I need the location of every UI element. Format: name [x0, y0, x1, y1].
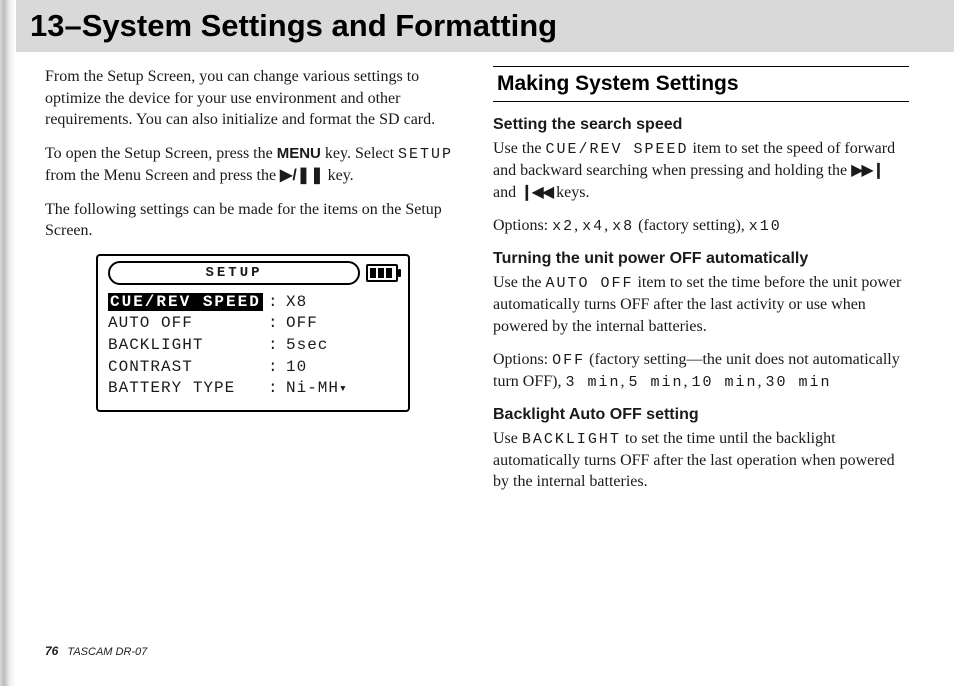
- subhead-backlight: Backlight Auto OFF setting: [493, 406, 909, 424]
- lcd-row: AUTO OFF : OFF: [108, 313, 398, 335]
- book-spine-shadow: [0, 0, 16, 686]
- battery-icon: [366, 264, 398, 282]
- lcd-row: CUE/REV SPEED : X8: [108, 292, 398, 314]
- play-pause-icon: ▶/❚❚: [280, 167, 324, 184]
- lcd-row-value: OFF: [286, 313, 398, 335]
- backlight-code: BACKLIGHT: [522, 431, 621, 448]
- lcd-row: CONTRAST : 10: [108, 357, 398, 379]
- intro-paragraph-1: From the Setup Screen, you can change va…: [45, 66, 461, 131]
- lcd-row-value: 5sec: [286, 335, 398, 357]
- chevron-down-icon: ▾: [339, 381, 348, 396]
- lcd-row-label: BATTERY TYPE: [108, 378, 268, 400]
- intro-paragraph-2: To open the Setup Screen, press the MENU…: [45, 143, 461, 187]
- left-column: From the Setup Screen, you can change va…: [45, 66, 461, 505]
- lcd-row-value: Ni-MH: [286, 379, 339, 397]
- product-model: TASCAM DR-07: [67, 646, 147, 658]
- lcd-row-label: CUE/REV SPEED: [108, 293, 263, 311]
- search-speed-paragraph: Use the CUE/REV SPEED item to set the sp…: [493, 138, 909, 203]
- backlight-paragraph: Use BACKLIGHT to set the time until the …: [493, 428, 909, 493]
- setup-code: SETUP: [398, 146, 453, 163]
- page-number: 76: [45, 644, 58, 658]
- section-title: Making System Settings: [497, 72, 739, 95]
- right-column: Making System Settings Setting the searc…: [493, 66, 909, 505]
- lcd-screenshot: SETUP CUE/REV SPEED : X8 AUTO: [96, 254, 410, 412]
- lcd-rows: CUE/REV SPEED : X8 AUTO OFF : OFF BACKLI…: [108, 292, 398, 400]
- subhead-search-speed: Setting the search speed: [493, 116, 909, 134]
- lcd-row-label: CONTRAST: [108, 357, 268, 379]
- intro-paragraph-3: The following settings can be made for t…: [45, 199, 461, 242]
- search-speed-options: Options: x2, x4, x8 (factory setting), x…: [493, 215, 909, 237]
- auto-off-options: Options: OFF (factory setting—the unit d…: [493, 349, 909, 394]
- lcd-row-value: 10: [286, 357, 398, 379]
- chapter-title-bar: 13–System Settings and Formatting: [0, 0, 954, 52]
- chapter-title: 13–System Settings and Formatting: [30, 8, 557, 43]
- lcd-title: SETUP: [205, 265, 262, 281]
- lcd-title-pill: SETUP: [108, 261, 360, 285]
- menu-key-label: MENU: [277, 145, 321, 162]
- page-footer: 76 TASCAM DR-07: [45, 644, 147, 658]
- lcd-row-label: AUTO OFF: [108, 313, 268, 335]
- lcd-row: BACKLIGHT : 5sec: [108, 335, 398, 357]
- lcd-row-label: BACKLIGHT: [108, 335, 268, 357]
- lcd-row-value: X8: [286, 292, 398, 314]
- rewind-icon: ❙◀◀: [520, 184, 552, 201]
- subhead-auto-off: Turning the unit power OFF automatically: [493, 250, 909, 268]
- lcd-row: BATTERY TYPE : Ni-MH▾: [108, 378, 398, 400]
- section-title-bar: Making System Settings: [493, 66, 909, 102]
- cue-rev-code: CUE/REV SPEED: [545, 141, 688, 158]
- auto-off-code: AUTO OFF: [545, 275, 633, 292]
- auto-off-paragraph: Use the AUTO OFF item to set the time be…: [493, 272, 909, 337]
- fast-forward-icon: ▶▶❙: [851, 162, 883, 179]
